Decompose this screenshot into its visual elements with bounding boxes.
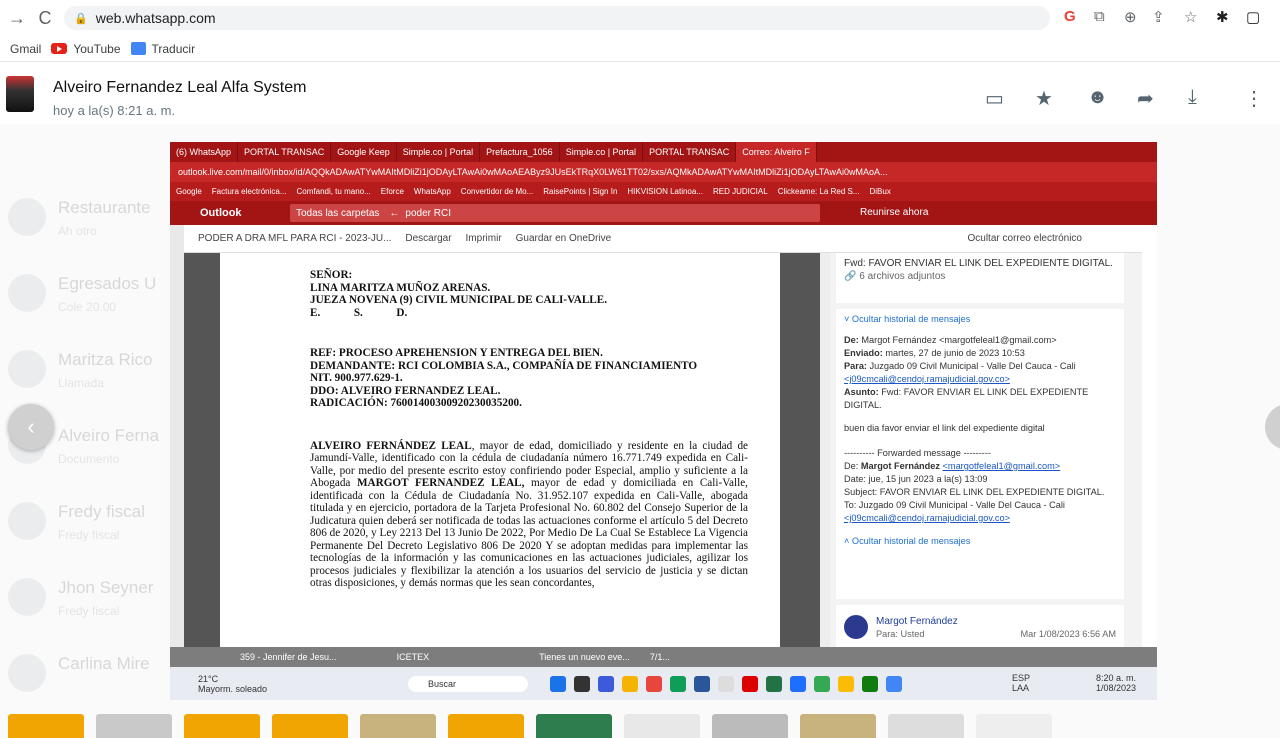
lock-icon: 🔒 <box>74 12 88 25</box>
notification-bar: 359 - Jennifer de Jesu... ICETEX Tienes … <box>170 647 1157 667</box>
bookmark-gmail[interactable]: Gmail <box>10 42 41 56</box>
document-title: PODER A DRA MFL PARA RCI - 2023-JU... <box>198 233 392 244</box>
address-bar[interactable]: 🔒 web.whatsapp.com <box>64 6 1050 30</box>
thumbnail[interactable] <box>800 714 876 738</box>
extensions-icon[interactable]: ✱ <box>1216 8 1229 26</box>
download-label: Descargar <box>405 233 452 244</box>
list-item[interactable]: Maritza Rico Llamada <box>0 338 170 412</box>
thumbnail[interactable] <box>184 714 260 738</box>
star-icon[interactable]: ★ <box>1035 86 1053 111</box>
list-item[interactable]: Carlina Mire <box>0 642 170 716</box>
mail-pane: Fwd: FAVOR ENVIAR EL LINK DEL EXPEDIENTE… <box>830 253 1142 667</box>
browser-toolbar: → C 🔒 web.whatsapp.com G ⧉ ⊕ ⇪ ☆ ✱ ▢ <box>0 0 1280 36</box>
list-item[interactable]: Jhon Seyner Fredy fiscal <box>0 566 170 640</box>
pdf-scrollbar <box>820 253 830 667</box>
outlook-left-rail <box>170 225 184 700</box>
message-icon[interactable]: ▭ <box>985 86 1004 111</box>
inner-tab: PORTAL TRANSAC <box>643 142 737 162</box>
inner-tab: Simple.co | Portal <box>560 142 644 162</box>
mail-header: Fwd: FAVOR ENVIAR EL LINK DEL EXPEDIENTE… <box>836 253 1124 303</box>
mail-body: ˅ Ocultar historial de mensajes De: Marg… <box>836 309 1124 599</box>
message-time: hoy a la(s) 8:21 a. m. <box>53 103 176 118</box>
google-icon[interactable]: G <box>1064 8 1076 25</box>
thumbnail[interactable] <box>96 714 172 738</box>
avatar <box>8 198 46 236</box>
outlook-header: Outlook Todas las carpetas ← poder RCI Reu… <box>170 201 1157 225</box>
list-item[interactable]: Egresados U Cole 20.00 <box>0 262 170 336</box>
media-image: (6) WhatsApp PORTAL TRANSAC Google Keep … <box>170 142 1157 700</box>
avatar <box>8 578 46 616</box>
inner-tab-active: Correo: Alveiro F <box>736 142 817 162</box>
taskbar-apps <box>550 676 910 692</box>
print-label: Imprimir <box>465 233 502 244</box>
more-options-icon[interactable]: ⋮ <box>1244 86 1264 111</box>
reload-icon[interactable]: C <box>34 8 56 29</box>
onedrive-label: Guardar en OneDrive <box>515 233 612 244</box>
media-thumbnail-strip <box>0 714 1280 738</box>
thumbnail[interactable] <box>360 714 436 738</box>
bookmark-youtube[interactable]: YouTube <box>51 42 121 56</box>
avatar <box>8 350 46 388</box>
forward-icon[interactable]: → <box>6 8 28 29</box>
sidepanel-icon[interactable]: ▢ <box>1246 8 1260 26</box>
avatar <box>8 502 46 540</box>
star-icon[interactable]: ☆ <box>1184 8 1197 26</box>
forward-icon[interactable]: ➦ <box>1137 86 1154 111</box>
thumbnail[interactable] <box>888 714 964 738</box>
whatsapp-media-viewer: Alveiro Fernandez Leal Alfa System hoy a… <box>0 62 1280 738</box>
viewer-header: Alveiro Fernandez Leal Alfa System hoy a… <box>0 62 1280 124</box>
avatar <box>8 654 46 692</box>
inner-tab: PORTAL TRANSAC <box>238 142 332 162</box>
translate-icon <box>130 42 146 55</box>
next-media-button[interactable] <box>1265 404 1280 450</box>
react-icon[interactable]: ☻ <box>1087 86 1108 109</box>
chevron-left-icon: ‹ <box>27 414 35 439</box>
attachment-toolbar: PODER A DRA MFL PARA RCI - 2023-JU... De… <box>184 225 1142 253</box>
windows-taskbar: 21°C Mayorm. soleado Buscar ESP LAA 8:20 a… <box>170 667 1157 700</box>
thumbnail[interactable] <box>712 714 788 738</box>
avatar[interactable] <box>6 76 34 112</box>
hide-mail-label: Ocultar correo electrónico <box>967 233 1083 244</box>
bookmark-traducir[interactable]: Traducir <box>130 42 195 56</box>
bookmarks-bar: Gmail YouTube Traducir <box>0 36 1280 62</box>
youtube-icon <box>51 43 68 54</box>
previous-media-button[interactable]: ‹ <box>8 404 54 450</box>
inner-tab: Simple.co | Portal <box>397 142 481 162</box>
inner-tab: Prefactura_1056 <box>480 142 560 162</box>
thumbnail[interactable] <box>536 714 612 738</box>
inner-bookmarks: Google Factura electrónica... Comfandi, … <box>170 182 1157 201</box>
thumbnail[interactable] <box>448 714 524 738</box>
zoom-icon[interactable]: ⊕ <box>1124 8 1137 26</box>
inner-address-bar: outlook.live.com/mail/0/inbox/id/AQQkADA… <box>170 162 1157 182</box>
pdf-viewer: SEÑOR: LINA MARITZA MUÑOZ ARENAS. JUEZA … <box>184 253 820 667</box>
thumbnail[interactable] <box>8 714 84 738</box>
inner-tab: (6) WhatsApp <box>170 142 239 162</box>
cast-icon[interactable]: ⧉ <box>1094 8 1105 25</box>
share-icon[interactable]: ⇪ <box>1152 8 1165 26</box>
thumbnail[interactable] <box>624 714 700 738</box>
download-icon[interactable]: ⤓ <box>1188 86 1197 109</box>
avatar <box>8 274 46 312</box>
thumbnail[interactable] <box>976 714 1052 738</box>
pdf-page: SEÑOR: LINA MARITZA MUÑOZ ARENAS. JUEZA … <box>220 253 780 667</box>
thumbnail[interactable] <box>272 714 348 738</box>
contact-name: Alveiro Fernandez Leal Alfa System <box>53 79 307 96</box>
outlook-brand: Outlook <box>200 207 242 219</box>
avatar <box>844 615 868 639</box>
inner-tab-strip: (6) WhatsApp PORTAL TRANSAC Google Keep … <box>170 142 1157 162</box>
url-text: web.whatsapp.com <box>95 10 216 26</box>
outlook-search: Todas las carpetas ← poder RCI <box>290 204 820 222</box>
inner-tab: Google Keep <box>331 142 397 162</box>
list-item[interactable]: Restaurante Ah otro <box>0 186 170 260</box>
list-item[interactable]: Fredy fiscal Fredy fiscal <box>0 490 170 564</box>
